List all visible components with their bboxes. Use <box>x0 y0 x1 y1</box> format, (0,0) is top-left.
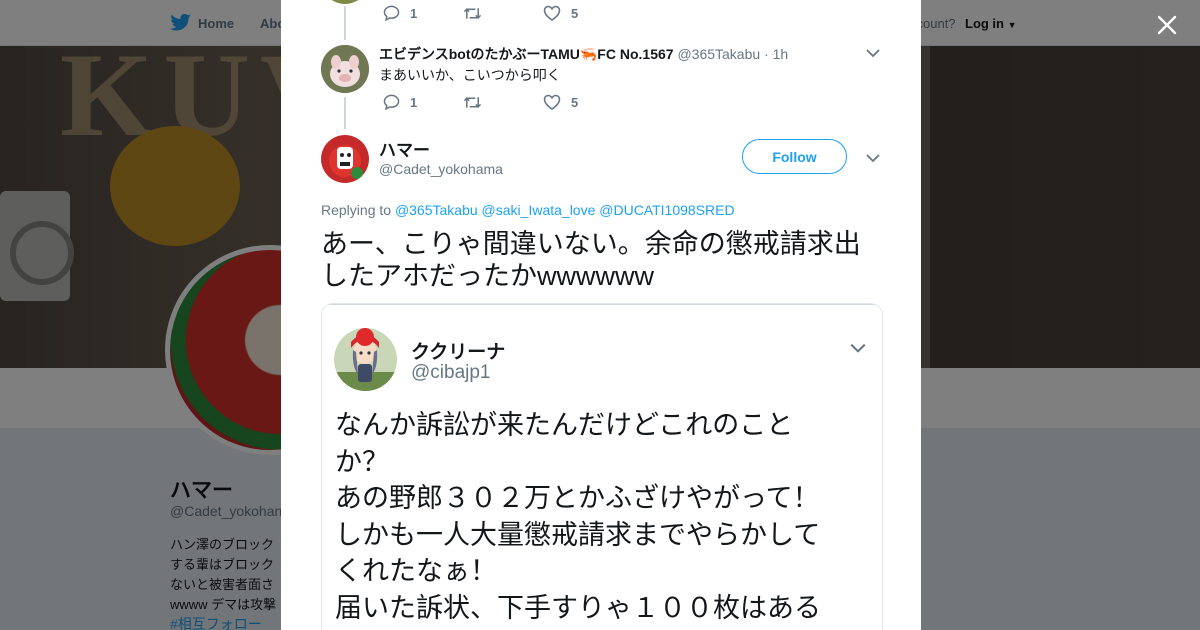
quoted-tweet-text: なんか訴訟が来たんだけどこれのこと か？ あの野郎３０２万とかふざけやがって！ … <box>335 407 865 626</box>
replying-to-label: Replying to <box>321 202 392 218</box>
like-button[interactable]: 5 <box>543 94 578 110</box>
replying-to: Replying to @365Takabu @saki_Iwata_love … <box>321 202 735 218</box>
close-icon <box>1157 15 1177 35</box>
mention-link[interactable]: @DUCATI1098SRED <box>599 202 734 218</box>
quoted-tweet-line: か？ <box>335 446 389 477</box>
character-avatar-icon <box>321 135 369 183</box>
reply-icon <box>383 94 400 110</box>
divider <box>326 304 880 305</box>
retweet-button[interactable] <box>463 95 543 110</box>
retweet-button[interactable] <box>463 6 543 21</box>
mention-link[interactable]: @365Takabu <box>395 202 478 218</box>
like-button[interactable]: 5 <box>543 5 578 21</box>
main-tweet-text: あー、こりゃ間違いない。余命の懲戒請求出したアホだったかwwwwww <box>321 229 861 291</box>
quoted-tweet-avatar[interactable] <box>334 328 397 391</box>
retweet-icon <box>463 96 482 108</box>
prev-tweet-actions: 1 5 <box>383 5 578 21</box>
mention-link[interactable]: @saki_Iwata_love <box>482 202 596 218</box>
main-tweet-name[interactable]: ハマー <box>379 136 430 161</box>
quoted-tweet-line: あの野郎３０２万とかふざけやがって！ <box>335 483 820 513</box>
chevron-down-icon[interactable] <box>865 45 881 61</box>
reply-tweet-avatar[interactable] <box>321 45 369 93</box>
prev-tweet-avatar[interactable] <box>321 0 369 4</box>
follow-button[interactable]: Follow <box>742 139 847 174</box>
thread-connector <box>344 6 346 40</box>
quoted-tweet-line: しかも一人大量懲戒請求までやらかして <box>335 519 821 550</box>
reply-tweet-handle[interactable]: @365Takabu <box>677 46 760 62</box>
reply-icon <box>383 5 400 21</box>
thread-connector <box>344 97 346 129</box>
reply-count: 1 <box>410 5 418 21</box>
chevron-down-icon[interactable] <box>849 339 867 357</box>
main-tweet-avatar[interactable] <box>321 135 369 183</box>
close-button[interactable] <box>1152 10 1182 40</box>
reply-button[interactable]: 1 <box>383 94 463 110</box>
chevron-down-icon[interactable] <box>865 150 881 166</box>
quoted-tweet-name[interactable]: ククリーナ <box>411 337 505 364</box>
heart-icon <box>543 94 561 110</box>
anime-girl-avatar-icon <box>334 328 397 391</box>
quoted-tweet-line: 届いた訴状、下手すりゃ１００枚はある <box>335 592 821 623</box>
like-count: 5 <box>571 5 579 21</box>
reply-tweet-name[interactable]: エビデンスbotのたかぶーTAMU🦐FC No.1567 <box>379 46 674 62</box>
heart-icon <box>543 5 561 21</box>
reply-tweet-text: まあいいか、こいつから叩く <box>379 67 561 83</box>
pig-photo-icon <box>321 45 369 93</box>
reply-tweet-header: エビデンスbotのたかぶーTAMU🦐FC No.1567 @365Takabu … <box>379 44 788 64</box>
reply-button[interactable]: 1 <box>383 5 463 21</box>
reply-tweet-time[interactable]: · 1h <box>764 46 788 62</box>
quoted-tweet-handle[interactable]: @cibajp1 <box>411 362 491 384</box>
retweet-icon <box>463 7 482 19</box>
reply-tweet-actions: 1 5 <box>383 94 578 110</box>
quoted-tweet-line: なんか訴訟が来たんだけどこれのこと <box>335 410 794 440</box>
main-tweet-handle[interactable]: @Cadet_yokohama <box>379 161 503 177</box>
quoted-tweet-card[interactable]: ククリーナ @cibajp1 なんか訴訟が来たんだけどこれのこと か？ あの野郎… <box>321 303 883 630</box>
quoted-tweet-line: くれたなぁ！ <box>335 556 497 586</box>
reply-count: 1 <box>410 94 418 110</box>
like-count: 5 <box>571 94 579 110</box>
tweet-modal: 1 5 エビデンスbotのたかぶーTAMU🦐FC No.1567 @365Tak… <box>281 0 921 630</box>
